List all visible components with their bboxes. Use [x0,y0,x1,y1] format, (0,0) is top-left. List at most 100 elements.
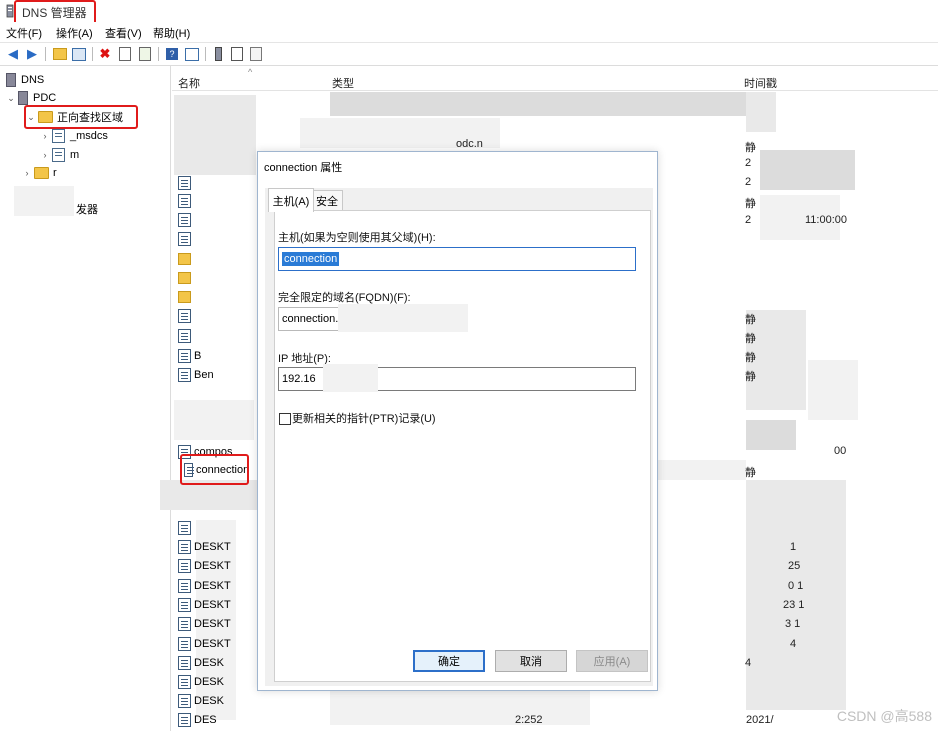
list-item[interactable] [178,211,194,229]
timestamp-cell: 1 [790,541,797,553]
show-tree-icon[interactable] [71,46,87,62]
chevron-right-icon[interactable]: › [22,168,32,178]
host-record-icon [178,329,191,343]
redacted-block [338,304,468,332]
zone-icon [52,148,65,162]
host-tab-panel: 主机(如果为空则使用其父域)(H): connection 完全限定的域名(FQ… [274,210,651,682]
list-item[interactable]: DESKT [178,557,231,575]
redacted-block [14,186,74,216]
list-item[interactable]: DESK [178,673,224,691]
redacted-block [330,690,590,725]
list-item[interactable] [178,307,194,325]
chevron-right-icon[interactable]: › [40,150,50,160]
list-item[interactable] [178,519,194,537]
tree-item-dns[interactable]: DNS [4,71,44,89]
tree-item-zone[interactable]: › m [40,146,79,164]
tab-security[interactable]: 安全 [311,190,343,211]
fqdn-value: connection. [282,313,339,325]
list-item[interactable]: DES [178,711,217,729]
server-icon[interactable] [210,46,226,62]
delete-icon[interactable]: ✖ [97,46,113,62]
timestamp-cell: 静 [745,142,756,154]
list-item[interactable]: DESKT [178,615,231,633]
list-item[interactable] [178,250,194,268]
record-data-partial: odc.n [456,138,483,150]
menu-help[interactable]: 帮助(H) [153,25,190,41]
column-header-timestamp[interactable]: 时间戳 [744,75,777,91]
list-item[interactable] [178,230,194,248]
list-item[interactable] [178,327,194,345]
redacted-block [746,420,796,450]
dialog-title: connection 属性 [264,162,343,174]
list-item[interactable]: DESKT [178,538,231,556]
chevron-right-icon[interactable]: › [40,131,50,141]
list-view-icon[interactable] [229,46,245,62]
timestamp-cell: 静 [745,333,756,345]
help-icon[interactable]: ? [164,46,180,62]
host-record-icon [178,213,191,227]
tree-item-forwarders[interactable]: 发器 [76,200,98,218]
tree-item-label: m [70,149,80,161]
tree-item-reverse-lookup-zones[interactable]: › r [22,164,57,182]
up-folder-icon[interactable] [52,46,68,62]
column-header-type[interactable]: 类型 [332,75,354,91]
apply-button[interactable]: 应用(A) [576,650,648,672]
ok-button[interactable]: 确定 [413,650,485,672]
toolbar: ◀ ▶ ✖ ? [0,43,938,66]
zone-icon [52,129,65,143]
folder-icon [178,272,191,284]
back-arrow-icon[interactable]: ◀ [5,46,21,62]
list-item[interactable]: DESKT [178,596,231,614]
timestamp-cell: 4 [790,638,797,650]
export-list-icon[interactable] [137,46,153,62]
timestamp-cell: 2021/ [746,714,774,726]
list-item[interactable]: DESK [178,654,224,672]
redacted-block [174,400,254,440]
timestamp-cell: 4 [745,657,752,669]
fqdn-label: 完全限定的域名(FQDN)(F): [278,292,411,304]
list-item[interactable] [178,192,194,210]
menu-view[interactable]: 查看(V) [105,25,142,41]
folder-icon [178,291,191,303]
list-item[interactable]: B [178,347,201,365]
zone-highlight-annotation [24,105,138,129]
timestamp-cell: 00 [834,445,847,457]
timestamp-cell: 3 1 [785,618,801,630]
properties-icon[interactable] [117,46,133,62]
timestamp-cell: 静 [745,467,756,479]
list-item[interactable]: Ben [178,366,214,384]
ip-value: 192.16 [282,373,316,385]
timestamp-cell: 2 [745,176,752,188]
redacted-block [174,95,256,175]
list-item[interactable]: DESK [178,692,224,710]
host-input[interactable]: connection [278,247,636,271]
host-record-icon [178,713,191,727]
tree-item-msdcs[interactable]: › _msdcs [40,127,108,145]
cancel-button[interactable]: 取消 [495,650,567,672]
dns-server-icon [6,73,16,87]
update-ptr-checkbox[interactable] [279,413,291,425]
menu-action[interactable]: 操作(A) [56,25,93,41]
timestamp-cell: 静 [745,314,756,326]
redacted-block [656,460,746,480]
list-item[interactable] [178,288,194,306]
timestamp-cell: 静 [745,198,756,210]
server-icon [18,91,28,105]
tree-item-label: r [53,167,57,179]
column-header-name[interactable]: 名称 [178,75,200,91]
list-header: 名称 类型 时间戳 ^ [172,67,938,91]
menu-file[interactable]: 文件(F) [6,25,42,41]
action-pane-icon[interactable] [184,46,200,62]
list-item[interactable] [178,174,194,192]
timestamp-cell: 11:00:00 [805,214,848,226]
list-item[interactable]: DESKT [178,577,231,595]
chevron-down-icon[interactable]: ⌄ [6,93,16,104]
host-record-icon [178,540,191,554]
timestamp-cell: 23 1 [783,599,805,611]
forward-arrow-icon[interactable]: ▶ [24,46,40,62]
list-item[interactable]: DESKT [178,635,231,653]
list-item[interactable] [178,269,194,287]
details-view-icon[interactable] [248,46,264,62]
host-record-icon [178,637,191,651]
tab-host[interactable]: 主机(A) [268,188,314,212]
